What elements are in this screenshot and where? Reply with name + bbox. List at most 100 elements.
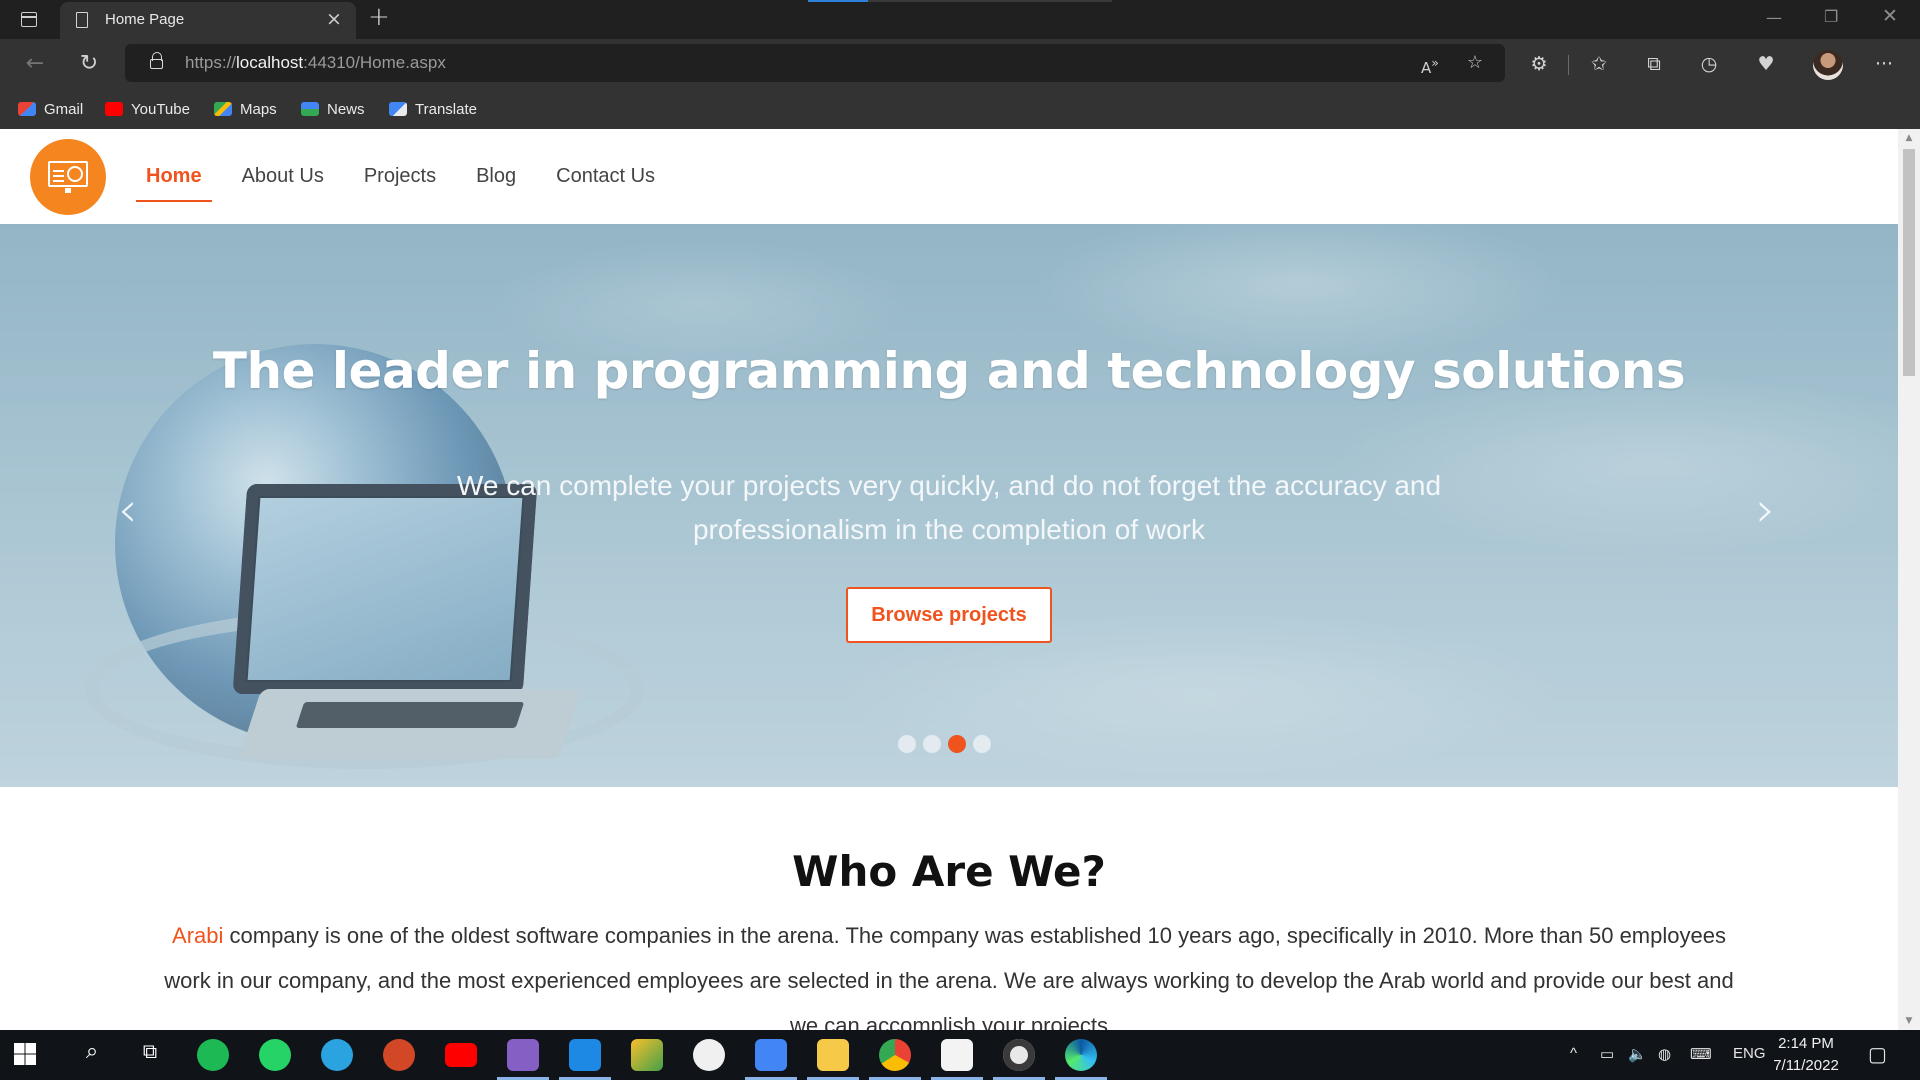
google-translate-icon[interactable] (755, 1039, 787, 1071)
page-scrollbar[interactable]: ▲ ▼ (1898, 129, 1920, 1030)
hero-subtitle: We can complete your projects very quick… (456, 470, 1442, 545)
tab-actions-icon[interactable] (16, 8, 44, 32)
refresh-icon[interactable]: ↻ (72, 47, 106, 81)
favorite-label: Maps (240, 100, 277, 118)
restore-icon[interactable]: ❐ (1824, 7, 1838, 26)
page-icon (76, 12, 88, 28)
carousel-dot-4[interactable] (973, 735, 991, 753)
hero-title: The leader in programming and technology… (212, 342, 1686, 400)
youtube-icon (105, 102, 123, 116)
nav-about-us[interactable]: About Us (232, 129, 334, 224)
visual-studio-icon[interactable] (507, 1039, 539, 1071)
favorite-label: YouTube (131, 100, 190, 118)
scroll-thumb[interactable] (1903, 149, 1915, 376)
volume-icon[interactable]: 🔈 (1628, 1045, 1647, 1063)
file-explorer-icon[interactable] (817, 1039, 849, 1071)
scroll-down-icon[interactable]: ▼ (1898, 1016, 1920, 1026)
carousel-next-icon[interactable]: › (1756, 482, 1775, 538)
scroll-up-icon[interactable]: ▲ (1898, 133, 1920, 143)
favorite-news[interactable]: News (301, 98, 365, 120)
gmail-icon (18, 102, 36, 116)
carousel-dot-2[interactable] (923, 735, 941, 753)
extensions-icon[interactable]: ⚙ (1524, 51, 1554, 77)
media-app-icon[interactable] (1003, 1039, 1035, 1071)
carousel-dot-1[interactable] (898, 735, 916, 753)
favorite-label: News (327, 100, 365, 118)
favorites-icon[interactable]: ✩ (1584, 51, 1614, 77)
favorite-label: Gmail (44, 100, 84, 118)
lock-icon[interactable] (150, 52, 163, 69)
nav-home[interactable]: Home (136, 129, 212, 224)
toolbar-separator (1568, 55, 1569, 75)
nav-blog[interactable]: Blog (466, 129, 526, 224)
youtube-app-icon[interactable] (445, 1043, 477, 1067)
news-icon (301, 102, 319, 116)
system-clock[interactable]: 2:14 PM 7/11/2022 (1766, 1033, 1846, 1077)
add-favorite-icon[interactable]: ☆ (1461, 50, 1489, 76)
about-body: company is one of the oldest software co… (164, 923, 1734, 1030)
profile-avatar[interactable] (1813, 50, 1843, 80)
carousel-prev-icon[interactable]: ‹ (118, 482, 137, 538)
windows-start-icon[interactable] (14, 1043, 36, 1065)
new-tab-icon[interactable]: + (368, 2, 390, 32)
tab-close-icon[interactable]: × (324, 8, 344, 30)
powerpoint-icon[interactable] (383, 1039, 415, 1071)
notifications-icon[interactable]: ▢ (1868, 1042, 1887, 1067)
back-icon[interactable]: ← (18, 47, 52, 81)
company-name: Arabi (172, 923, 224, 948)
url-text[interactable]: https://localhost:44310/Home.aspx (185, 53, 446, 73)
close-window-icon[interactable]: ✕ (1882, 5, 1898, 27)
favorite-youtube[interactable]: YouTube (105, 98, 190, 120)
page-viewport: Home About Us Projects Blog Contact Us T… (0, 129, 1920, 1030)
loading-track (868, 0, 1112, 2)
vscode-icon[interactable] (569, 1039, 601, 1071)
browser-titlebar: Home Page × + — ❐ ✕ (0, 0, 1920, 39)
carousel-dot-3[interactable] (948, 735, 966, 753)
language-indicator[interactable]: ENG (1733, 1045, 1766, 1062)
hero-carousel: The leader in programming and technology… (0, 224, 1898, 787)
tab-title: Home Page (105, 11, 185, 28)
nav-projects[interactable]: Projects (354, 129, 446, 224)
edge-icon[interactable] (1065, 1039, 1097, 1071)
chrome-icon[interactable] (879, 1039, 911, 1071)
tray-overflow-icon[interactable]: ^ (1570, 1045, 1577, 1062)
task-view-icon[interactable]: ⧉ (134, 1039, 166, 1071)
read-aloud-icon[interactable]: A» (1416, 50, 1444, 81)
carousel-indicators (898, 735, 991, 753)
globe-icon (67, 166, 83, 182)
feedback-app-icon[interactable] (941, 1039, 973, 1071)
whatsapp-icon[interactable] (259, 1039, 291, 1071)
favorite-maps[interactable]: Maps (214, 98, 277, 120)
site-header: Home About Us Projects Blog Contact Us (0, 129, 1898, 224)
favorite-gmail[interactable]: Gmail (18, 98, 83, 120)
loading-indicator (808, 0, 868, 2)
search-icon[interactable]: ⌕ (76, 1039, 108, 1071)
url-host: localhost (236, 53, 304, 72)
url-scheme: https:// (185, 53, 237, 72)
history-icon[interactable]: ◷ (1694, 51, 1724, 77)
telegram-icon[interactable] (321, 1039, 353, 1071)
health-icon[interactable]: ♥ (1751, 51, 1781, 77)
taskbar: ⌕ ⧉ ^ ▭ 🔈 ◍ ⌨ ENG 2:14 PM 7/11/2022 ▢ (0, 1030, 1920, 1080)
favorites-bar: Gmail YouTube Maps News Translate (0, 89, 1920, 129)
browse-projects-button[interactable]: Browse projects (846, 587, 1052, 643)
nav-contact-us[interactable]: Contact Us (546, 129, 665, 224)
url-path: :44310/Home.aspx (303, 53, 446, 72)
clock-date: 7/11/2022 (1773, 1057, 1839, 1074)
battery-icon[interactable]: ▭ (1600, 1045, 1614, 1063)
main-nav: Home About Us Projects Blog Contact Us (136, 129, 685, 224)
about-title: Who Are We? (792, 847, 1106, 896)
spotify-icon[interactable] (197, 1039, 229, 1071)
address-bar[interactable]: https://localhost:44310/Home.aspx A» ☆ (125, 44, 1505, 82)
browser-tab-active[interactable]: Home Page × (60, 2, 356, 39)
favorite-translate[interactable]: Translate (389, 98, 477, 120)
favorite-label: Translate (415, 100, 477, 118)
network-icon[interactable]: ◍ (1658, 1045, 1671, 1063)
keyboard-icon[interactable]: ⌨ (1690, 1045, 1712, 1063)
more-menu-icon[interactable]: ··· (1869, 51, 1899, 77)
github-icon[interactable] (693, 1039, 725, 1071)
paint-app-icon[interactable] (631, 1039, 663, 1071)
minimize-icon[interactable]: — (1766, 8, 1782, 27)
site-logo[interactable] (30, 139, 106, 215)
collections-icon[interactable]: ⧉ (1639, 51, 1669, 77)
